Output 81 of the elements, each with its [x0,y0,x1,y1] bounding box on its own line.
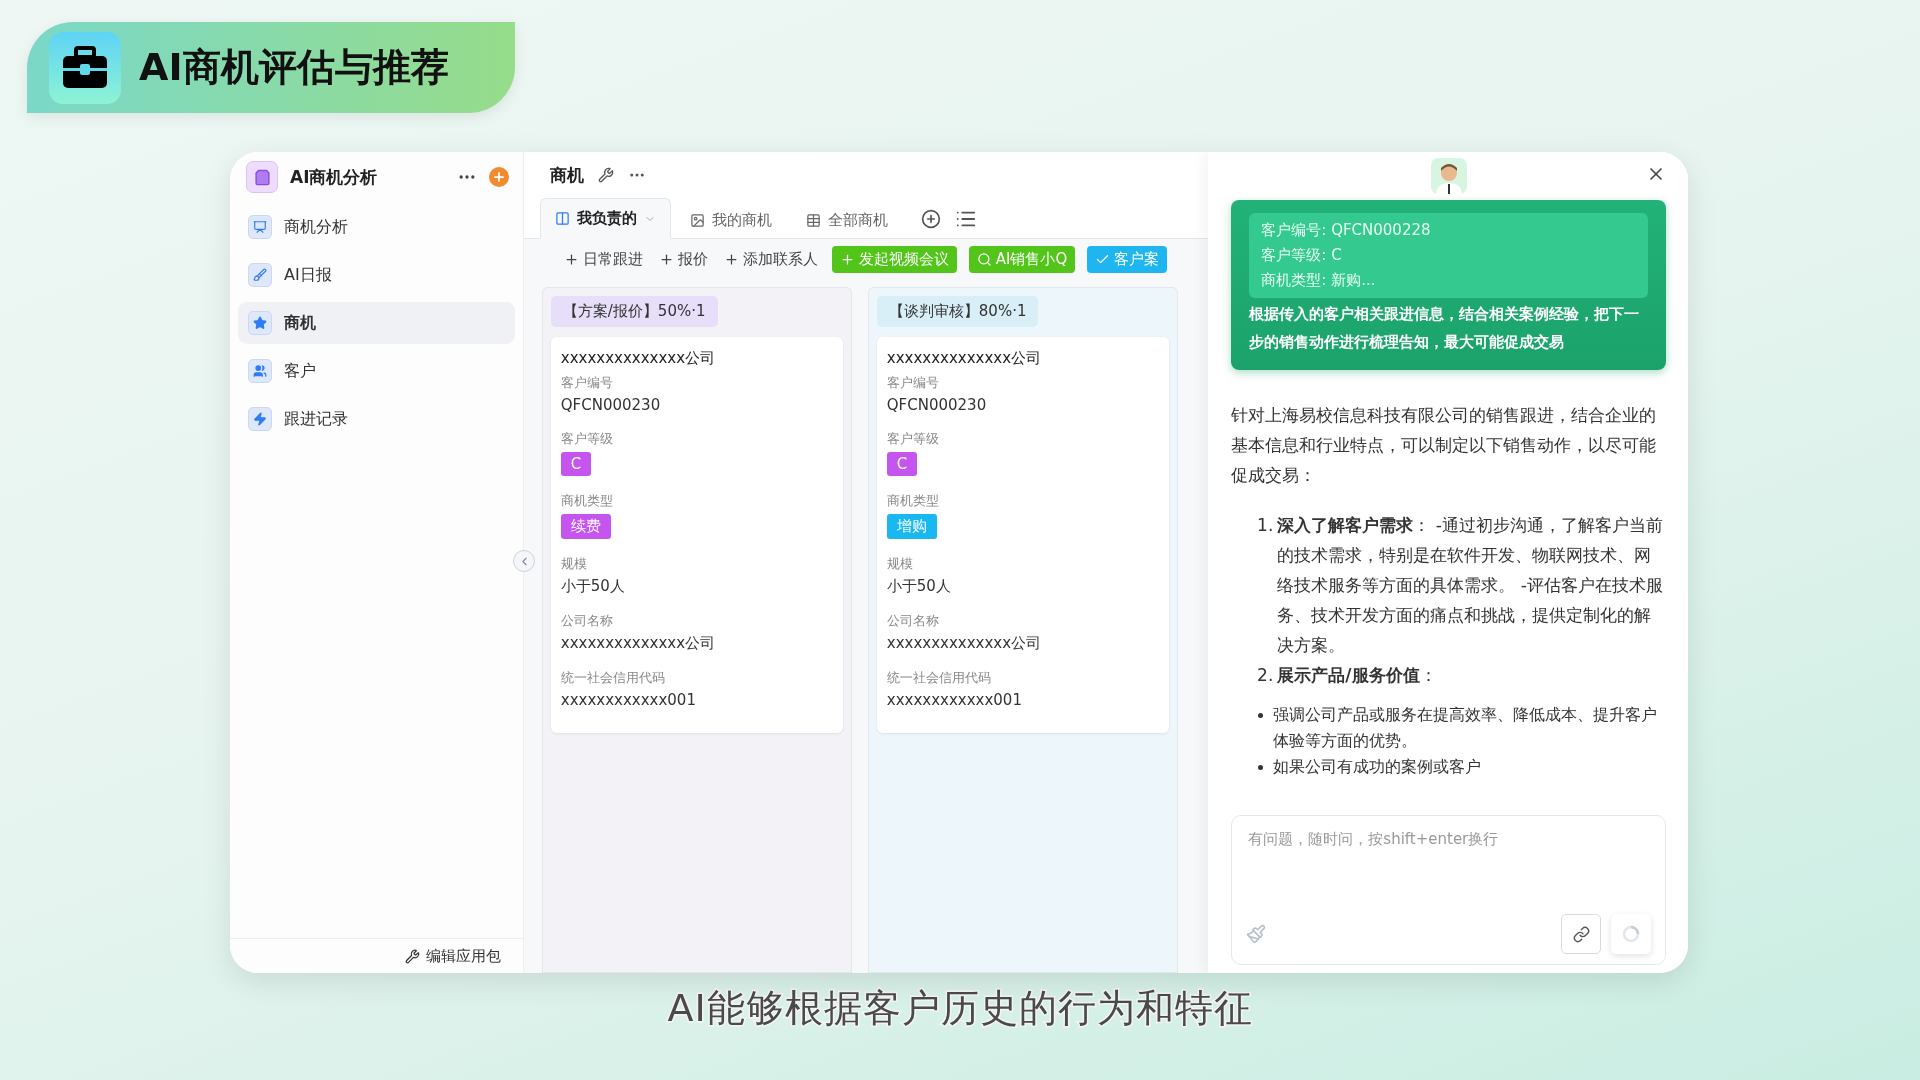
lightning-icon [248,407,272,431]
field-value: xxxxxxxxxxxxxx公司 [560,634,717,653]
info-line: 客户编号: QFCN000228 [1261,220,1432,241]
field-label: 商机类型 [886,492,940,510]
field-label: 客户等级 [886,430,940,448]
video-subtitle: AI能够根据客户历史的行为和特征 [667,985,1253,1032]
field-value: xxxxxxxxxxxx001 [886,691,1023,709]
sidebar-item[interactable]: 商机 [238,302,515,344]
spinner-icon [1621,924,1641,944]
field-label: 客户等级 [560,430,614,448]
page-title: 商机 [549,163,584,187]
add-view-icon[interactable] [920,209,941,229]
chat-input-box[interactable]: 有问题，随时问，按shift+enter换行 [1231,815,1666,965]
field-label: 统一社会信用代码 [560,669,666,687]
column-header: 【方案/报价】50%·1 [550,296,718,327]
field-label: 客户编号 [560,374,614,392]
step-text: 深入了解客户需求： -通过初步沟通，了解客户当前的技术需求，特别是在软件开发、物联网技术、网络技术服务等方面的具体需求。 -评估客户在技术服务、技术开发方面的痛点和挑战，提供定制化的解决方案。 [1277,514,1664,657]
link-button[interactable] [1561,914,1601,954]
gallery-icon [689,213,705,228]
opportunity-card[interactable]: xxxxxxxxxxxxxx公司 客户编号 QFCN000230 客户等级 C 商机类型 增购 规模 小于50人 公司名称 xxxxxxxxxxxxxx公司 统一社会信用代码 xxxxxxxxxxxx001 [876,337,1169,733]
field-label: 公司名称 [560,612,614,630]
bullet-text: 如果公司有成功的案例或客户 [1273,757,1482,778]
wrench-icon [404,948,420,964]
field-tag: 增购 [886,514,937,539]
field-tag: C [886,452,918,476]
info-line: 客户等级: C [1261,245,1343,266]
avatar-icon [1430,158,1467,194]
sidebar-item[interactable]: 商机分析 [238,206,515,248]
field-label: 公司名称 [886,612,940,630]
link-icon [1572,925,1590,943]
sidebar-item[interactable]: AI日报 [238,254,515,296]
field-value: QFCN000230 [560,396,662,414]
people-icon [248,359,272,383]
plus-icon [723,251,739,267]
briefcase-icon [49,31,121,104]
field-value: QFCN000230 [886,396,988,414]
answer-intro: 针对上海易校信息科技有限公司的销售跟进，结合企业的基本信息和行业特点，可以制定以下销售动作，以尽可能促成交易： [1231,404,1658,487]
instruction-text: 根据传入的客户相关跟进信息，结合相关案例经验，把下一步的销售动作进行梳理告知，最大可能促成交易 [1249,304,1641,353]
step-text: 展示产品/服务价值： [1277,664,1438,687]
field-tag: 续费 [560,514,611,539]
opportunity-card[interactable]: xxxxxxxxxxxxxx公司 客户编号 QFCN000230 客户等级 C 商机类型 续费 规模 小于50人 公司名称 xxxxxxxxxxxxxx公司 统一社会信用代码 xxxxxxxxxxxx001 [550,337,843,733]
brush-icon [248,263,272,287]
step-number: 2. [1256,664,1275,687]
app-name: AI商机分析 [290,165,379,189]
company-name: xxxxxxxxxxxxxx公司 [560,349,717,368]
sidebar-item[interactable]: 客户 [238,350,515,392]
board-icon [554,211,570,226]
field-label: 客户编号 [886,374,940,392]
field-label: 规模 [560,555,588,573]
bullet-icon [1258,713,1264,718]
step-number: 1. [1256,514,1275,537]
plus-icon [839,251,855,267]
wrench-icon[interactable] [597,167,614,183]
field-value: 小于50人 [560,577,626,596]
view-tab[interactable]: 我负责的 [539,198,671,239]
presentation-icon [248,215,272,239]
info-line: 商机类型: 新购... [1261,270,1377,291]
view-tab[interactable]: 全部商机 [790,201,903,239]
field-label: 统一社会信用代码 [886,669,992,687]
bullet-icon [1258,765,1264,770]
company-name: xxxxxxxxxxxxxx公司 [886,349,1043,368]
action-button[interactable]: 报价 [656,245,710,273]
action-button[interactable]: 日常跟进 [561,245,645,273]
field-label: 规模 [886,555,914,573]
table-icon [805,213,821,228]
column-header: 【谈判审核】80%·1 [876,296,1039,327]
sidebar-item[interactable]: 跟进记录 [238,398,515,440]
field-tag: C [560,452,592,476]
field-label: 商机类型 [560,492,614,510]
field-value: xxxxxxxxxxxxxx公司 [886,634,1043,653]
bullet-text: 强调公司产品或服务在提高效率、降低成本、提升客户体验等方面的优势。 [1273,705,1659,752]
plus-icon [563,251,579,267]
field-value: 小于50人 [886,577,952,596]
view-tab[interactable]: 我的商机 [674,201,787,239]
banner-title: AI商机评估与推荐 [139,44,449,91]
edit-package-button[interactable]: 编辑应用包 [398,945,507,967]
action-button[interactable]: 添加联系人 [721,245,820,273]
field-value: xxxxxxxxxxxx001 [560,691,697,709]
search-icon [976,251,992,267]
question-field[interactable]: 有问题，随时问，按shift+enter换行 [1246,828,1651,914]
plus-icon [658,251,674,267]
